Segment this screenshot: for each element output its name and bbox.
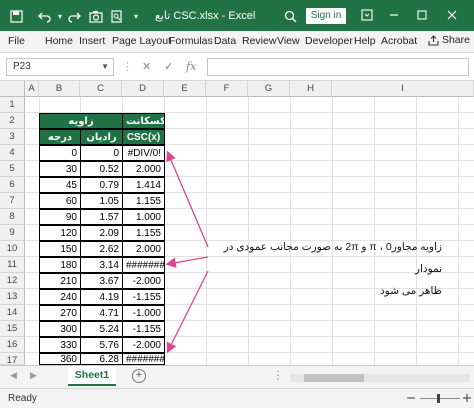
camera-icon[interactable] (88, 8, 104, 24)
more-options-icon[interactable]: ⋮ (122, 60, 133, 73)
ribbon-tabs: File Home Insert Page Layout Formulas Da… (0, 31, 474, 53)
autosave-icon[interactable] (8, 8, 24, 24)
tab-review[interactable]: Review (242, 35, 276, 47)
arrow-to-row-11 (165, 256, 209, 268)
tab-file[interactable]: File (8, 35, 25, 47)
zoom-slider[interactable] (420, 398, 460, 399)
annotation-arrows (165, 150, 209, 354)
worksheet-grid[interactable]: A B C D E F G H I 1 2 3 4 5 6 7 8 9 10 1… (0, 81, 474, 366)
zoom-out-icon[interactable] (406, 393, 416, 403)
print-preview-icon[interactable] (108, 8, 124, 24)
formula-input[interactable] (207, 58, 469, 76)
share-button[interactable]: Share (428, 34, 470, 46)
search-icon[interactable] (282, 8, 298, 24)
enter-icon[interactable]: ✓ (164, 60, 173, 73)
scroll-right-icon[interactable]: ▶ (30, 370, 37, 381)
tab-acrobat[interactable]: Acrobat (381, 35, 417, 47)
sheet-tabs-bar: ◀ ▶ Sheet1 + ⋮ (0, 365, 474, 388)
chevron-down-icon[interactable]: ▼ (101, 59, 109, 75)
more-options-icon[interactable]: ⋮ (272, 368, 284, 382)
ribbon-display-options-icon[interactable] (358, 6, 376, 24)
formula-bar: P23 ▼ ⋮ ✕ ✓ fx (0, 53, 474, 81)
minimize-button[interactable] (385, 6, 403, 24)
name-box[interactable]: P23 ▼ (6, 58, 114, 76)
share-label: Share (441, 34, 470, 46)
maximize-button[interactable] (413, 6, 431, 24)
close-button[interactable] (443, 6, 461, 24)
status-bar: Ready (0, 388, 474, 408)
status-text: Ready (8, 393, 37, 404)
tab-page-layout[interactable]: Page Layout (112, 35, 171, 47)
customize-toolbar-icon[interactable]: ▾ (128, 8, 144, 24)
sign-in-button[interactable]: Sign in (306, 8, 346, 24)
name-box-value: P23 (13, 61, 31, 72)
sheet-tab-sheet1[interactable]: Sheet1 (68, 366, 116, 386)
window-title: تابع CSC.xlsx - Excel (155, 10, 256, 22)
undo-icon[interactable] (36, 8, 52, 24)
excel-window: ▾ ▾ تابع CSC.xlsx - Excel Sign in File H… (0, 0, 474, 408)
tab-insert[interactable]: Insert (79, 35, 105, 47)
scroll-left-icon[interactable]: ◀ (10, 370, 17, 381)
share-icon (428, 34, 439, 46)
horizontal-scrollbar[interactable] (290, 374, 470, 382)
title-bar: ▾ ▾ تابع CSC.xlsx - Excel Sign in (0, 0, 474, 31)
add-sheet-button[interactable]: + (132, 369, 146, 383)
tab-home[interactable]: Home (45, 35, 73, 47)
tab-view[interactable]: View (277, 35, 300, 47)
arrow-to-row-17 (166, 270, 209, 354)
cancel-icon[interactable]: ✕ (142, 60, 151, 73)
tab-data[interactable]: Data (214, 35, 236, 47)
zoom-slider-handle[interactable] (437, 394, 440, 403)
insert-function-icon[interactable]: fx (186, 60, 196, 73)
redo-icon[interactable] (66, 8, 82, 24)
scrollbar-thumb[interactable] (304, 374, 364, 382)
tab-developer[interactable]: Developer (305, 35, 353, 47)
tab-help[interactable]: Help (354, 35, 376, 47)
tab-formulas[interactable]: Formulas (169, 35, 213, 47)
arrow-to-row-4 (166, 150, 209, 248)
zoom-in-icon[interactable] (462, 393, 472, 403)
